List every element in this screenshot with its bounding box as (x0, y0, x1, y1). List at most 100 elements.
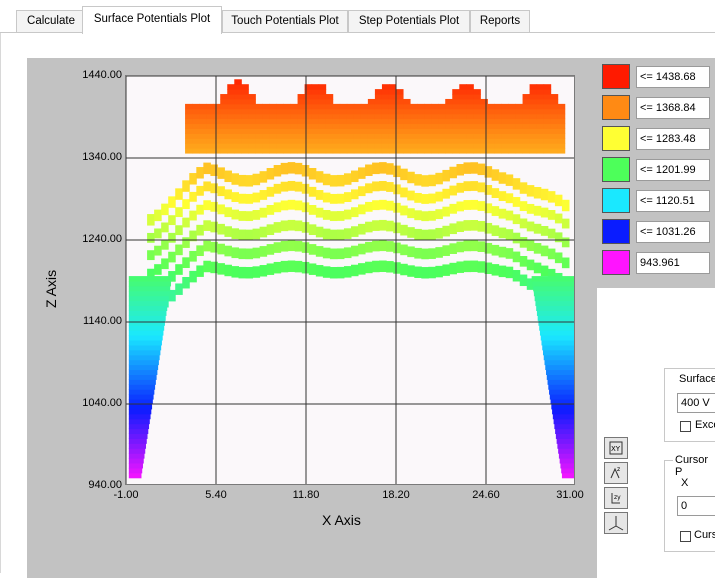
tab-reports[interactable]: Reports (470, 10, 530, 32)
contour-cell (438, 133, 446, 139)
legend-swatch[interactable] (602, 188, 630, 213)
contour-cell (522, 133, 531, 139)
legend-swatch[interactable] (602, 250, 630, 275)
contour-cell (224, 264, 232, 277)
contour-cell (367, 143, 376, 149)
contour-cell (241, 123, 249, 129)
contour-cell (494, 123, 502, 129)
contour-cell (224, 170, 232, 183)
rotate-tool-button[interactable] (604, 512, 628, 534)
tab-touch-potentials-plot[interactable]: Touch Potentials Plot (222, 10, 348, 32)
contour-cell (381, 123, 390, 129)
contour-cell (550, 98, 559, 105)
legend-swatch[interactable] (602, 157, 630, 182)
contour-cell (360, 143, 369, 149)
contour-cell (238, 229, 247, 241)
contour-cell (466, 148, 474, 154)
contour-cell (175, 264, 183, 275)
contour-cell (259, 226, 268, 238)
contour-cell (435, 247, 443, 258)
cursor-x-field[interactable]: 0 (677, 496, 715, 516)
contour-cell (512, 232, 521, 244)
contour-cell (403, 148, 411, 154)
contour-cell (403, 128, 411, 134)
legend-swatch[interactable] (602, 95, 630, 120)
contour-cell (421, 267, 429, 279)
contour-cell (428, 174, 436, 187)
contour-cell (280, 181, 289, 192)
contour-cell (185, 133, 193, 139)
contour-cell (266, 186, 275, 197)
contour-cell (550, 94, 559, 100)
contour-cell (185, 123, 193, 129)
zoom-xz-tool-button[interactable]: z (604, 462, 628, 484)
contour-cell (515, 103, 524, 110)
contour-cell (400, 263, 408, 276)
contour-cell (128, 305, 168, 312)
contour-cell (217, 243, 225, 255)
contour-cell (128, 285, 171, 292)
plot-area[interactable] (125, 75, 575, 485)
contour-cell (396, 118, 404, 125)
contour-cell (558, 453, 574, 459)
contour-cell (346, 143, 355, 149)
legend-swatch[interactable] (602, 219, 630, 244)
contour-cell (449, 223, 457, 235)
contour-cell (515, 128, 524, 134)
contour-cell (367, 128, 376, 134)
contour-cell (206, 138, 214, 144)
contour-cell (238, 266, 247, 279)
contour-cell (245, 229, 254, 241)
contour-cell (554, 194, 563, 207)
contour-cell (554, 252, 563, 264)
tab-step-potentials-plot[interactable]: Step Potentials Plot (348, 10, 470, 32)
contour-cell (393, 222, 401, 234)
zoom-xy-tool-button[interactable]: XY (604, 437, 628, 459)
contour-cell (353, 128, 362, 134)
contour-cell (206, 148, 214, 154)
contour-cell (311, 118, 320, 125)
contour-cell (459, 148, 467, 154)
contour-cell (325, 143, 334, 149)
contour-cell (220, 118, 228, 125)
contour-cell (445, 98, 453, 105)
tab-surface-potentials-plot[interactable]: Surface Potentials Plot (82, 6, 222, 34)
cursor-checkbox[interactable] (680, 531, 691, 542)
contour-cell (543, 148, 552, 154)
contour-cell (542, 349, 574, 356)
contour-cell (311, 128, 320, 134)
contour-cell (466, 128, 474, 134)
surface-value-field[interactable]: 400 V (677, 393, 715, 413)
contour-cell (192, 113, 200, 120)
contour-cell (241, 148, 249, 154)
contour-cell (435, 172, 443, 185)
contour-cell (522, 108, 531, 115)
contour-cell (487, 123, 495, 129)
contour-cell (410, 138, 418, 144)
contour-cell (512, 197, 521, 207)
tab-calculate[interactable]: Calculate (16, 10, 86, 32)
legend-swatch[interactable] (602, 64, 630, 89)
contour-cell (269, 108, 277, 115)
legend-swatch[interactable] (602, 126, 630, 151)
contour-cell (252, 209, 261, 220)
contour-cell (431, 103, 439, 110)
contour-cell (308, 168, 317, 180)
exceed-checkbox[interactable] (680, 421, 691, 432)
contour-cell (262, 103, 270, 110)
contour-cell (410, 128, 418, 134)
contour-cell (501, 143, 509, 149)
legend-label: <= 1031.26 (636, 221, 710, 243)
zoom-zy-tool-button[interactable]: zy (604, 487, 628, 509)
contour-cell (381, 143, 390, 149)
contour-cell (473, 103, 481, 110)
contour-cell (417, 143, 425, 149)
contour-cell (318, 94, 327, 100)
contour-cell (522, 138, 531, 144)
contour-cell (543, 143, 552, 149)
contour-cell (346, 108, 355, 115)
contour-cell (213, 133, 221, 139)
contour-cell (241, 89, 249, 95)
contour-cell (557, 133, 566, 139)
contour-cell (339, 143, 348, 149)
